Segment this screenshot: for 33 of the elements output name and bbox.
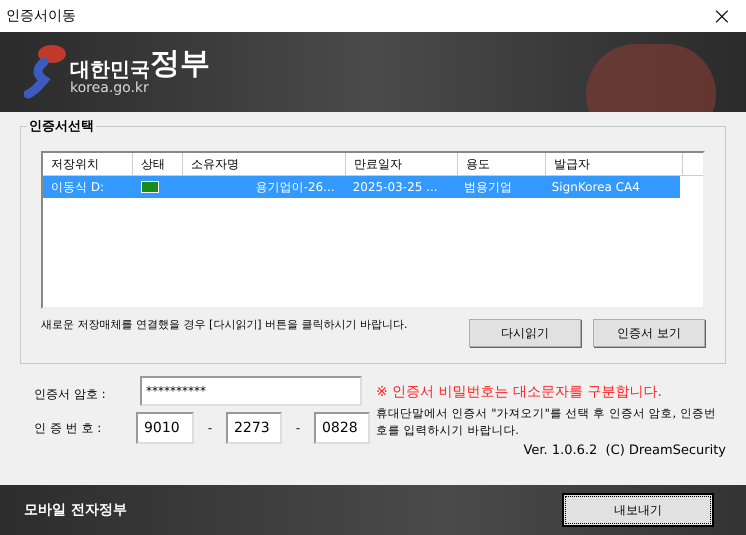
hint-text: 새로운 저장매체를 연결했을 경우 [다시읽기] 버튼을 클릭하시기 바랍니다. [41,317,409,333]
version-text: Ver. 1.0.6.2 (C) DreamSecurity [524,442,726,460]
table-cell-text: SignKorea CA4 [550,179,641,196]
action-button[interactable]: 인증서 보기 [593,319,705,347]
separator: - [206,420,214,437]
password-field[interactable]: ********** [140,376,362,406]
password-label: 인증서 암호 : [34,386,107,403]
separator: - [294,420,302,437]
certificate-icon [140,181,159,193]
warning-text: ※ 인증서 비밀번호는 대소문자를 구분합니다. [376,383,663,402]
column-header[interactable]: 발급자 [546,153,683,175]
column-header[interactable]: 상태 [133,153,183,175]
column-header[interactable]: 저장위치 [43,153,133,175]
column-header[interactable]: 용도 [458,153,546,175]
code-field[interactable]: 9010 [136,412,194,444]
close-button[interactable]: × [712,4,732,28]
code-label: 인 증 번 호 : [34,420,102,437]
info-text: 휴대단말에서 인증서 "가져오기"를 선택 후 인증서 암호, 인증번호를 입력하시기 바랍니다. [376,405,717,439]
table-cell-text: 2025-03-25 ... [352,179,439,196]
table-cell-text: 범용기업 [463,179,514,196]
window-title: 인증서이동 [6,6,76,26]
export-button[interactable]: 내보내기 [562,493,714,527]
column-header[interactable]: 소유자명 [183,153,346,175]
logo-url: korea.go.kr [70,81,150,95]
code-field[interactable]: 0828 [314,412,370,444]
column-header[interactable]: 만료일자 [346,153,458,175]
code-field[interactable]: 2273 [226,412,282,444]
table-cell-text: 용기업이-26... [254,179,336,196]
table-cell-text: 이동식 D: [50,179,106,196]
logo-title-bold: 정부 [150,49,210,79]
action-button[interactable]: 다시읽기 [469,319,581,347]
footer-title: 모바일 전자정부 [24,500,127,520]
logo-title: 대한민국 [70,59,150,79]
